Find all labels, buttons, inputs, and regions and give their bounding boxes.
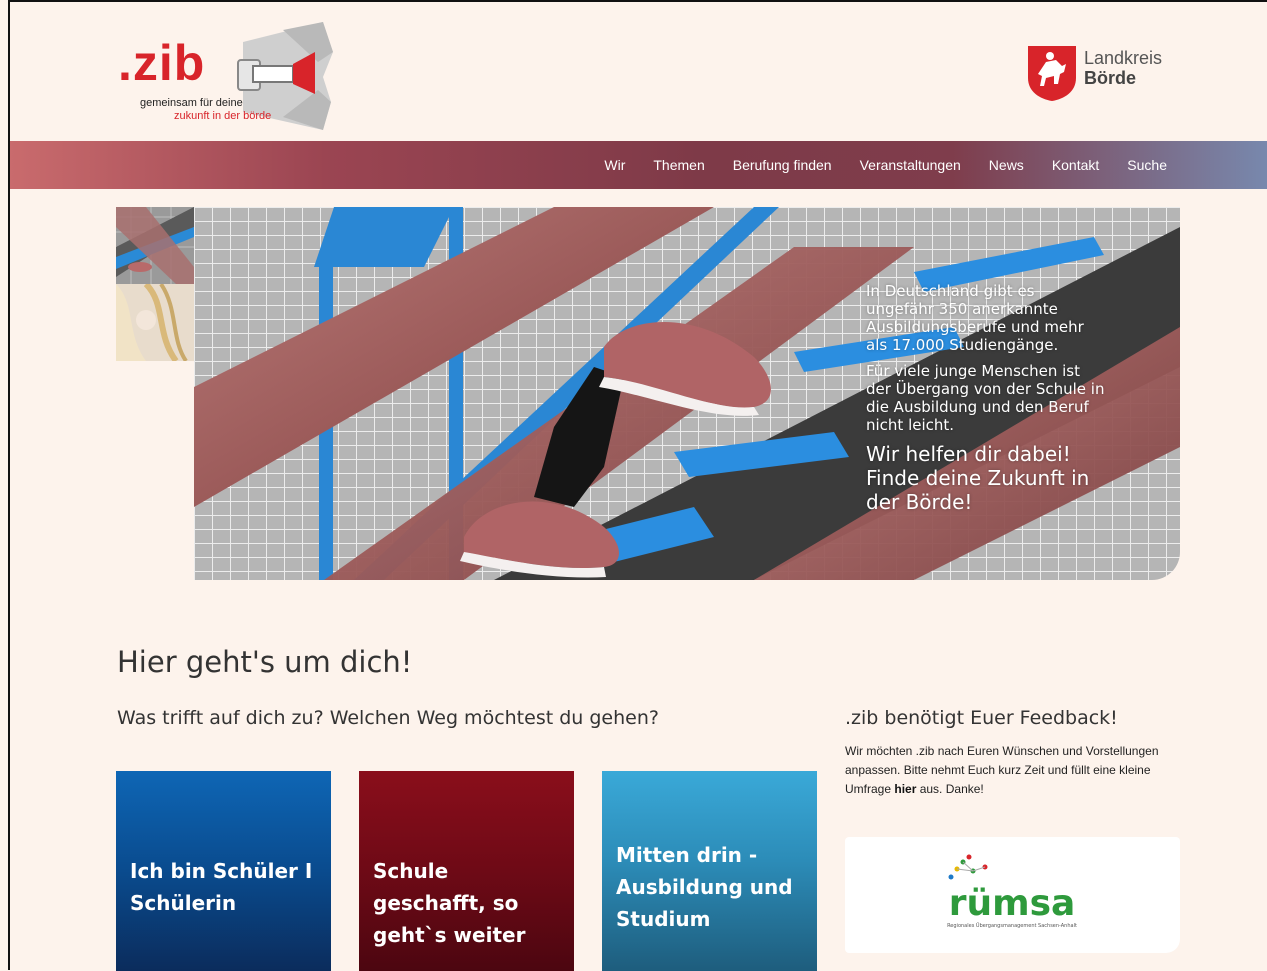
- landkreis-label: Landkreis: [1084, 48, 1163, 68]
- card-schueler[interactable]: Ich bin Schüler I Schülerin: [116, 771, 331, 971]
- nav-item-veranstaltungen[interactable]: Veranstaltungen: [860, 157, 961, 173]
- ruemsa-logo-card[interactable]: rümsa Regionales Übergangsmanagement Sac…: [845, 837, 1180, 953]
- nav-item-wir[interactable]: Wir: [604, 157, 625, 173]
- landkreis-logo[interactable]: Landkreis Börde: [1026, 42, 1186, 102]
- card-mitten-drin[interactable]: Mitten drin - Ausbildung und Studium: [602, 771, 817, 971]
- card-label: Schule geschafft, so geht`s weiter: [373, 859, 526, 947]
- coat-of-arms-icon: [1028, 46, 1076, 101]
- card-label: Mitten drin - Ausbildung und Studium: [616, 843, 793, 931]
- slide-thumbnail-person[interactable]: [116, 284, 194, 361]
- hero-slogan: Wir helfen dir dabei! Finde deine Zukunf…: [866, 442, 1090, 514]
- hero-paragraph-2: Für viele junge Menschen ist der Übergan…: [866, 362, 1105, 434]
- zib-logo[interactable]: .zib gemeinsam für deine zukunft in der …: [118, 22, 333, 130]
- page-heading: Hier geht's um dich!: [117, 645, 413, 679]
- card-schule-geschafft[interactable]: Schule geschafft, so geht`s weiter: [359, 771, 574, 971]
- feedback-heading: .zib benötigt Euer Feedback!: [845, 707, 1118, 729]
- main-nav: Wir Themen Berufung finden Veranstaltung…: [10, 141, 1267, 189]
- hero-paragraph-1: In Deutschland gibt es ungefähr 350 aner…: [866, 282, 1084, 354]
- hero-caption: In Deutschland gibt es ungefähr 350 aner…: [866, 282, 1106, 522]
- network-dots-icon: [948, 854, 988, 880]
- hero-slider: In Deutschland gibt es ungefähr 350 aner…: [194, 207, 1180, 580]
- logo-tagline-1: gemeinsam für deine: [140, 97, 243, 109]
- feedback-text-end: aus. Danke!: [916, 782, 984, 796]
- ruemsa-logo: rümsa Regionales Übergangsmanagement Sac…: [947, 854, 1077, 929]
- nav-item-kontakt[interactable]: Kontakt: [1052, 157, 1099, 173]
- nav-item-news[interactable]: News: [989, 157, 1024, 173]
- survey-link[interactable]: hier: [894, 782, 916, 796]
- slide-thumbnail-stairs[interactable]: [116, 207, 194, 284]
- logo-tagline-2: zukunft in der börde: [174, 110, 272, 122]
- logo-wordmark: .zib: [118, 35, 206, 91]
- nav-item-berufung-finden[interactable]: Berufung finden: [733, 157, 832, 173]
- nav-item-themen[interactable]: Themen: [653, 157, 704, 173]
- slider-thumbnails: [116, 207, 194, 361]
- feedback-text: Wir möchten .zib nach Euren Wünschen und…: [845, 742, 1175, 799]
- svg-text:rümsa: rümsa: [949, 883, 1076, 924]
- nav-item-suche[interactable]: Suche: [1127, 157, 1167, 173]
- feedback-text-start: Wir möchten .zib nach Euren Wünschen und…: [845, 744, 1159, 796]
- page-subheading: Was trifft auf dich zu? Welchen Weg möch…: [117, 707, 659, 729]
- svg-text:Regionales Übergangsmanagement: Regionales Übergangsmanagement Sachsen-A…: [947, 922, 1077, 929]
- card-label: Ich bin Schüler I Schülerin: [130, 859, 313, 915]
- boerde-label: Börde: [1084, 68, 1137, 88]
